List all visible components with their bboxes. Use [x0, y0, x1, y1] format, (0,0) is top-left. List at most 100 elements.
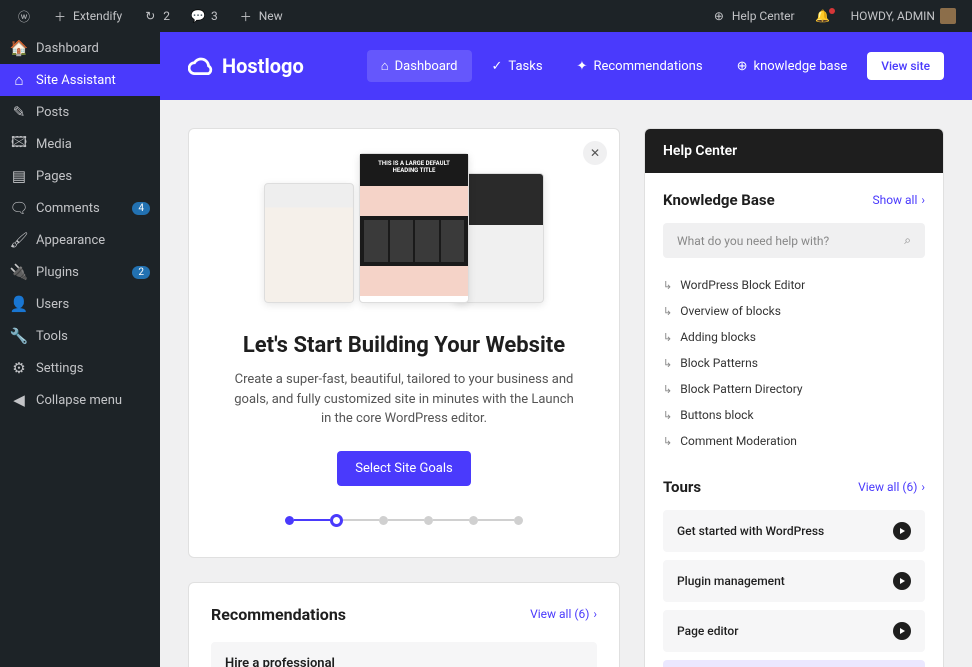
cloud-icon: [188, 53, 214, 79]
arrow-icon: ↳: [663, 331, 672, 344]
logo-text: Hostlogo: [222, 54, 304, 78]
search-placeholder: What do you need help with?: [677, 234, 829, 248]
sidebar-item-pages[interactable]: ▤Pages: [0, 160, 160, 192]
sidebar-item-tools[interactable]: 🔧Tools: [0, 320, 160, 352]
recommendations-view-all[interactable]: View all (6)›: [530, 607, 597, 621]
step-dot[interactable]: [379, 516, 388, 525]
topnav-label: knowledge base: [753, 59, 847, 74]
tour-label: Plugin management: [677, 574, 785, 588]
help-center-panel: Help Center Knowledge Base Show all› Wha…: [644, 128, 944, 667]
topnav-recommendations[interactable]: ✦Recommendations: [563, 51, 717, 82]
sidebar-item-users[interactable]: 👤Users: [0, 288, 160, 320]
kb-link-label: Block Pattern Directory: [680, 382, 802, 396]
check-icon: ✓: [492, 59, 503, 74]
tour-item[interactable]: Get started with WordPress: [663, 510, 925, 552]
view-site-label: View site: [881, 59, 930, 73]
globe-icon: ⊕: [737, 59, 748, 74]
plug-icon: 🔌: [10, 263, 28, 281]
step-dot[interactable]: [424, 516, 433, 525]
kb-link[interactable]: ↳Adding blocks: [663, 324, 925, 350]
button-label: Select Site Goals: [355, 461, 452, 476]
sidebar-item-dashboard[interactable]: 🏠Dashboard: [0, 32, 160, 64]
recommendation-item-title: Hire a professional: [225, 656, 583, 667]
sidebar-label: Pages: [36, 169, 72, 184]
tour-label: Get started with WordPress: [677, 524, 824, 538]
arrow-icon: ↳: [663, 409, 672, 422]
chevron-right-icon: ›: [921, 193, 925, 207]
sidebar-label: Collapse menu: [36, 393, 122, 408]
topnav-dashboard[interactable]: ⌂Dashboard: [367, 50, 472, 82]
template-thumbnail: THIS IS A LARGE DEFAULT HEADING TITLE: [359, 153, 469, 303]
avatar: [940, 8, 956, 24]
kb-link[interactable]: ↳WordPress Block Editor: [663, 272, 925, 298]
progress-steps: [229, 514, 579, 527]
gear-icon: ⚙: [10, 359, 28, 377]
templates-preview: THIS IS A LARGE DEFAULT HEADING TITLE: [264, 153, 544, 313]
close-button[interactable]: ✕: [583, 141, 607, 165]
sidebar-item-media[interactable]: 🖾Media: [0, 128, 160, 160]
sidebar-item-settings[interactable]: ⚙ Settings: [0, 352, 160, 384]
topnav-knowledge-base[interactable]: ⊕ knowledge base: [723, 51, 862, 82]
help-search-input[interactable]: What do you need help with? ⌕: [663, 223, 925, 258]
sidebar-label: Dashboard: [36, 41, 99, 56]
host-logo[interactable]: Hostlogo: [188, 53, 304, 79]
tour-label: Page editor: [677, 624, 738, 638]
arrow-icon: ↳: [663, 305, 672, 318]
view-site-button[interactable]: View site: [867, 52, 944, 80]
wrench-icon: 🔧: [10, 327, 28, 345]
chevron-right-icon: ›: [921, 480, 925, 494]
sidebar-label: Settings: [36, 361, 83, 376]
tour-item-active[interactable]: Users screen☟: [663, 660, 925, 667]
sidebar-item-comments[interactable]: 🗨Comments4: [0, 192, 160, 224]
notifications[interactable]: 🔔: [807, 0, 839, 32]
topnav-tasks[interactable]: ✓ Tasks: [478, 51, 557, 82]
kb-link[interactable]: ↳ Comment Moderation: [663, 428, 925, 454]
step-dot[interactable]: [514, 516, 523, 525]
step-dot[interactable]: [330, 514, 343, 527]
tours-view-all[interactable]: View all (6)›: [858, 480, 925, 494]
show-all-link[interactable]: Show all ›: [872, 193, 925, 207]
tour-item[interactable]: Page editor: [663, 610, 925, 652]
kb-link-label: Block Patterns: [680, 356, 758, 370]
user-menu[interactable]: HOWDY, ADMIN: [843, 0, 964, 32]
help-center-link[interactable]: ⊕Help Center: [703, 0, 803, 32]
main-content: ✕ THIS IS A LARGE DEFAULT HEADING TITLE …: [160, 100, 972, 667]
extendify-link[interactable]: ＋Extendify: [44, 0, 130, 32]
step-dot[interactable]: [285, 516, 294, 525]
new-link[interactable]: ＋New: [230, 0, 291, 32]
sidebar-label: Appearance: [36, 233, 105, 248]
plus-icon: ＋: [52, 8, 68, 24]
recommendation-item[interactable]: Hire a professional Hire a professional …: [211, 642, 597, 667]
home-icon: ⌂: [381, 58, 389, 74]
kb-link-label: Comment Moderation: [680, 434, 797, 448]
play-icon: [893, 572, 911, 590]
sidebar-item-posts[interactable]: ✎Posts: [0, 96, 160, 128]
sidebar-item-plugins[interactable]: 🔌Plugins2: [0, 256, 160, 288]
sidebar-item-appearance[interactable]: 🖌Appearance: [0, 224, 160, 256]
tour-item[interactable]: Plugin management: [663, 560, 925, 602]
play-icon: [893, 522, 911, 540]
refresh-link[interactable]: ↻2: [134, 0, 178, 32]
comments-link[interactable]: 💬3: [182, 0, 226, 32]
show-all-label: Show all: [872, 193, 917, 207]
home-icon: ⌂: [10, 71, 28, 89]
select-site-goals-button[interactable]: Select Site Goals: [337, 451, 470, 486]
pin-icon: ✎: [10, 103, 28, 121]
close-icon: ✕: [590, 146, 600, 160]
tours-title: Tours: [663, 478, 701, 496]
wp-logo[interactable]: ⓦ: [8, 0, 40, 32]
kb-link[interactable]: ↳Overview of blocks: [663, 298, 925, 324]
comments-badge: 4: [132, 202, 150, 215]
collapse-icon: ◀: [10, 391, 28, 409]
arrow-icon: ↳: [663, 435, 672, 448]
sidebar-item-collapse[interactable]: ◀ Collapse menu: [0, 384, 160, 416]
topnav-label: Tasks: [508, 59, 542, 74]
kb-link[interactable]: ↳ Block Patterns: [663, 350, 925, 376]
sidebar-label: Users: [36, 297, 69, 312]
step-dot[interactable]: [469, 516, 478, 525]
howdy-label: HOWDY, ADMIN: [851, 9, 935, 23]
kb-link[interactable]: ↳Buttons block: [663, 402, 925, 428]
kb-link[interactable]: ↳Block Pattern Directory: [663, 376, 925, 402]
arrow-icon: ↳: [663, 357, 672, 370]
sidebar-item-site-assistant[interactable]: ⌂Site Assistant: [0, 64, 160, 96]
